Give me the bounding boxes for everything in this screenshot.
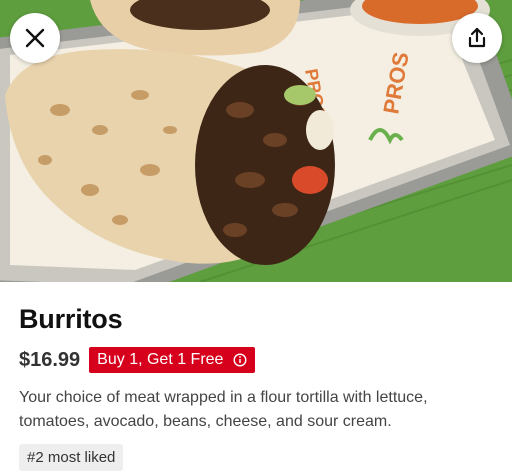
price-row: $16.99 Buy 1, Get 1 Free bbox=[19, 347, 493, 373]
burrito-photo: PROS PROS bbox=[0, 0, 512, 282]
promo-badge[interactable]: Buy 1, Get 1 Free bbox=[89, 347, 256, 373]
info-icon bbox=[233, 353, 247, 367]
item-description: Your choice of meat wrapped in a flour t… bbox=[19, 389, 428, 430]
close-icon bbox=[25, 28, 45, 48]
close-button[interactable] bbox=[10, 13, 60, 63]
item-details: Burritos $16.99 Buy 1, Get 1 Free Your c… bbox=[0, 304, 512, 471]
share-button[interactable] bbox=[452, 13, 502, 63]
promo-label: Buy 1, Get 1 Free bbox=[97, 351, 224, 368]
most-liked-badge: #2 most liked bbox=[19, 444, 124, 471]
share-icon bbox=[468, 27, 486, 48]
item-price: $16.99 bbox=[19, 348, 81, 371]
hero-image: PROS PROS bbox=[0, 0, 512, 282]
item-title: Burritos bbox=[19, 304, 123, 334]
